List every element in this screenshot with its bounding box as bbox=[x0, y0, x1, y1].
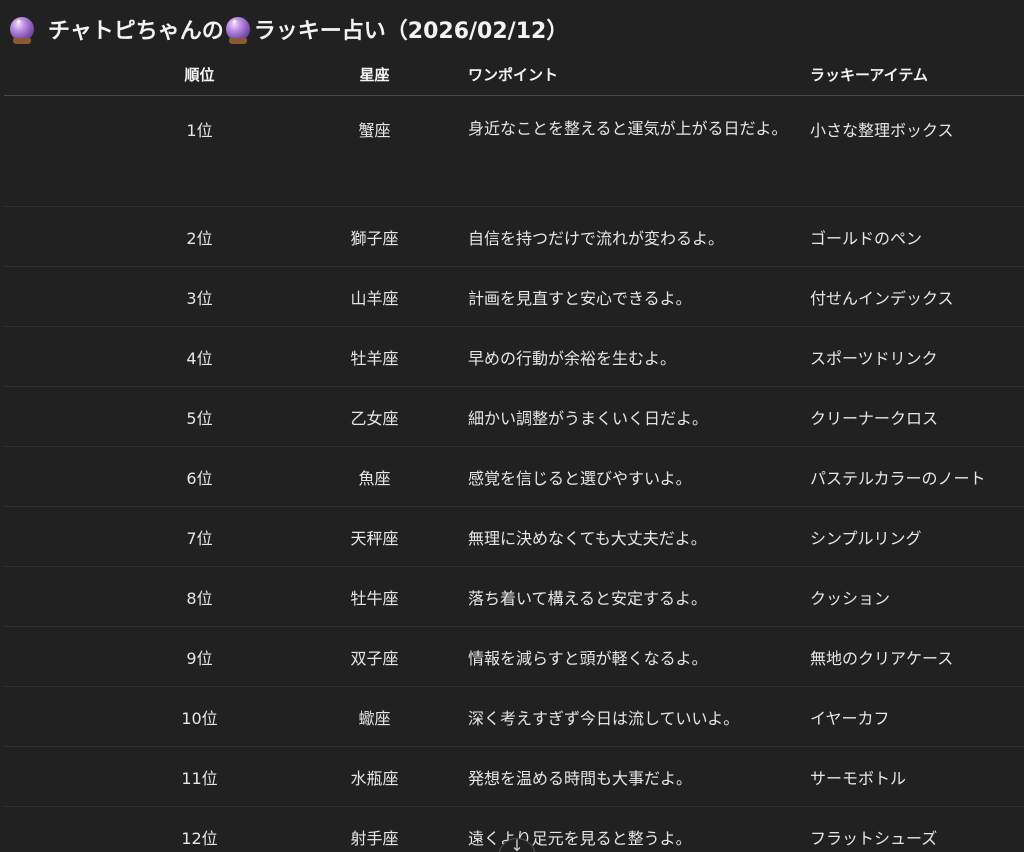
row-spacer bbox=[4, 626, 118, 687]
cell-sign: 乙女座 bbox=[281, 386, 468, 447]
crystal-ball-icon bbox=[10, 17, 34, 44]
cell-sign: 牡羊座 bbox=[281, 326, 468, 387]
cell-sign: 獅子座 bbox=[281, 206, 468, 267]
header-item: ラッキーアイテム bbox=[810, 54, 1024, 96]
cell-rank: 4位 bbox=[118, 326, 281, 387]
cell-rank: 8位 bbox=[118, 566, 281, 627]
header-rank: 順位 bbox=[118, 54, 281, 96]
cell-item: 無地のクリアケース bbox=[810, 626, 1024, 687]
cell-item: クリーナークロス bbox=[810, 386, 1024, 447]
row-spacer bbox=[4, 266, 118, 327]
cell-point: 落ち着いて構えると安定するよ。 bbox=[468, 566, 810, 627]
row-spacer bbox=[4, 806, 118, 852]
table-row: 5位 乙女座 細かい調整がうまくいく日だよ。 クリーナークロス bbox=[4, 386, 1024, 447]
cell-rank: 12位 bbox=[118, 806, 281, 852]
cell-item: 小さな整理ボックス bbox=[810, 95, 1024, 207]
row-spacer bbox=[4, 206, 118, 267]
cell-item: 付せんインデックス bbox=[810, 266, 1024, 327]
cell-point: 情報を減らすと頭が軽くなるよ。 bbox=[468, 626, 810, 687]
cell-point: 深く考えすぎず今日は流していいよ。 bbox=[468, 686, 810, 747]
table-row: 6位 魚座 感覚を信じると選びやすいよ。 パステルカラーのノート bbox=[4, 446, 1024, 507]
cell-sign: 双子座 bbox=[281, 626, 468, 687]
header-spacer bbox=[4, 54, 118, 96]
cell-sign: 蠍座 bbox=[281, 686, 468, 747]
table-row: 7位 天秤座 無理に決めなくても大丈夫だよ。 シンプルリング bbox=[4, 506, 1024, 567]
cell-point: 自信を持つだけで流れが変わるよ。 bbox=[468, 206, 810, 267]
row-spacer bbox=[4, 686, 118, 747]
cell-rank: 6位 bbox=[118, 446, 281, 507]
cell-point: 感覚を信じると選びやすいよ。 bbox=[468, 446, 810, 507]
cell-rank: 7位 bbox=[118, 506, 281, 567]
cell-point: 細かい調整がうまくいく日だよ。 bbox=[468, 386, 810, 447]
cell-point: 無理に決めなくても大丈夫だよ。 bbox=[468, 506, 810, 567]
table-row: 1位 蟹座 身近なことを整えると運気が上がる日だよ。 小さな整理ボックス bbox=[4, 95, 1024, 207]
cell-rank: 2位 bbox=[118, 206, 281, 267]
table-row: 8位 牡牛座 落ち着いて構えると安定するよ。 クッション bbox=[4, 566, 1024, 627]
cell-rank: 5位 bbox=[118, 386, 281, 447]
cell-sign: 蟹座 bbox=[281, 95, 468, 207]
crystal-ball-icon bbox=[225, 17, 250, 44]
header-point: ワンポイント bbox=[468, 54, 810, 96]
row-spacer bbox=[4, 386, 118, 447]
row-spacer bbox=[4, 746, 118, 807]
table-row: 2位 獅子座 自信を持つだけで流れが変わるよ。 ゴールドのペン bbox=[4, 206, 1024, 267]
cell-item: ゴールドのペン bbox=[810, 206, 1024, 267]
cell-sign: 魚座 bbox=[281, 446, 468, 507]
cell-sign: 牡牛座 bbox=[281, 566, 468, 627]
cell-rank: 10位 bbox=[118, 686, 281, 747]
table-row: 9位 双子座 情報を減らすと頭が軽くなるよ。 無地のクリアケース bbox=[4, 626, 1024, 687]
cell-point: 身近なことを整えると運気が上がる日だよ。 bbox=[468, 95, 810, 207]
table-row: 4位 牡羊座 早めの行動が余裕を生むよ。 スポーツドリンク bbox=[4, 326, 1024, 387]
cell-sign: 水瓶座 bbox=[281, 746, 468, 807]
fortune-table: 順位 星座 ワンポイント ラッキーアイテム 1位 蟹座 身近なことを整えると運気が上… bbox=[4, 54, 1024, 852]
title-text-part-1: チャトピちゃんの bbox=[48, 19, 224, 44]
title-text-part-2: ラッキー占い（2026/02/12） bbox=[253, 19, 569, 44]
row-spacer bbox=[4, 566, 118, 627]
arrow-down-icon: ↓ bbox=[510, 836, 524, 852]
cell-item: シンプルリング bbox=[810, 506, 1024, 567]
cell-point: 早めの行動が余裕を生むよ。 bbox=[468, 326, 810, 387]
cell-sign: 射手座 bbox=[281, 806, 468, 852]
table-header-row: 順位 星座 ワンポイント ラッキーアイテム bbox=[4, 54, 1024, 96]
cell-rank: 11位 bbox=[118, 746, 281, 807]
cell-item: フラットシューズ bbox=[810, 806, 1024, 852]
cell-rank: 1位 bbox=[118, 95, 281, 207]
cell-sign: 山羊座 bbox=[281, 266, 468, 327]
cell-item: クッション bbox=[810, 566, 1024, 627]
cell-item: サーモボトル bbox=[810, 746, 1024, 807]
cell-rank: 3位 bbox=[118, 266, 281, 327]
cell-item: イヤーカフ bbox=[810, 686, 1024, 747]
table-row: 11位 水瓶座 発想を温める時間も大事だよ。 サーモボトル bbox=[4, 746, 1024, 807]
row-spacer bbox=[4, 95, 118, 207]
row-spacer bbox=[4, 506, 118, 567]
row-spacer bbox=[4, 326, 118, 387]
cell-item: パステルカラーのノート bbox=[810, 446, 1024, 507]
cell-point: 計画を見直すと安心できるよ。 bbox=[468, 266, 810, 327]
cell-sign: 天秤座 bbox=[281, 506, 468, 567]
page-title: チャトピちゃんの ラッキー占い（2026/02/12） bbox=[10, 12, 568, 46]
cell-rank: 9位 bbox=[118, 626, 281, 687]
cell-point: 発想を温める時間も大事だよ。 bbox=[468, 746, 810, 807]
table-row: 3位 山羊座 計画を見直すと安心できるよ。 付せんインデックス bbox=[4, 266, 1024, 327]
header-sign: 星座 bbox=[281, 54, 468, 96]
table-row: 10位 蠍座 深く考えすぎず今日は流していいよ。 イヤーカフ bbox=[4, 686, 1024, 747]
row-spacer bbox=[4, 446, 118, 507]
cell-item: スポーツドリンク bbox=[810, 326, 1024, 387]
